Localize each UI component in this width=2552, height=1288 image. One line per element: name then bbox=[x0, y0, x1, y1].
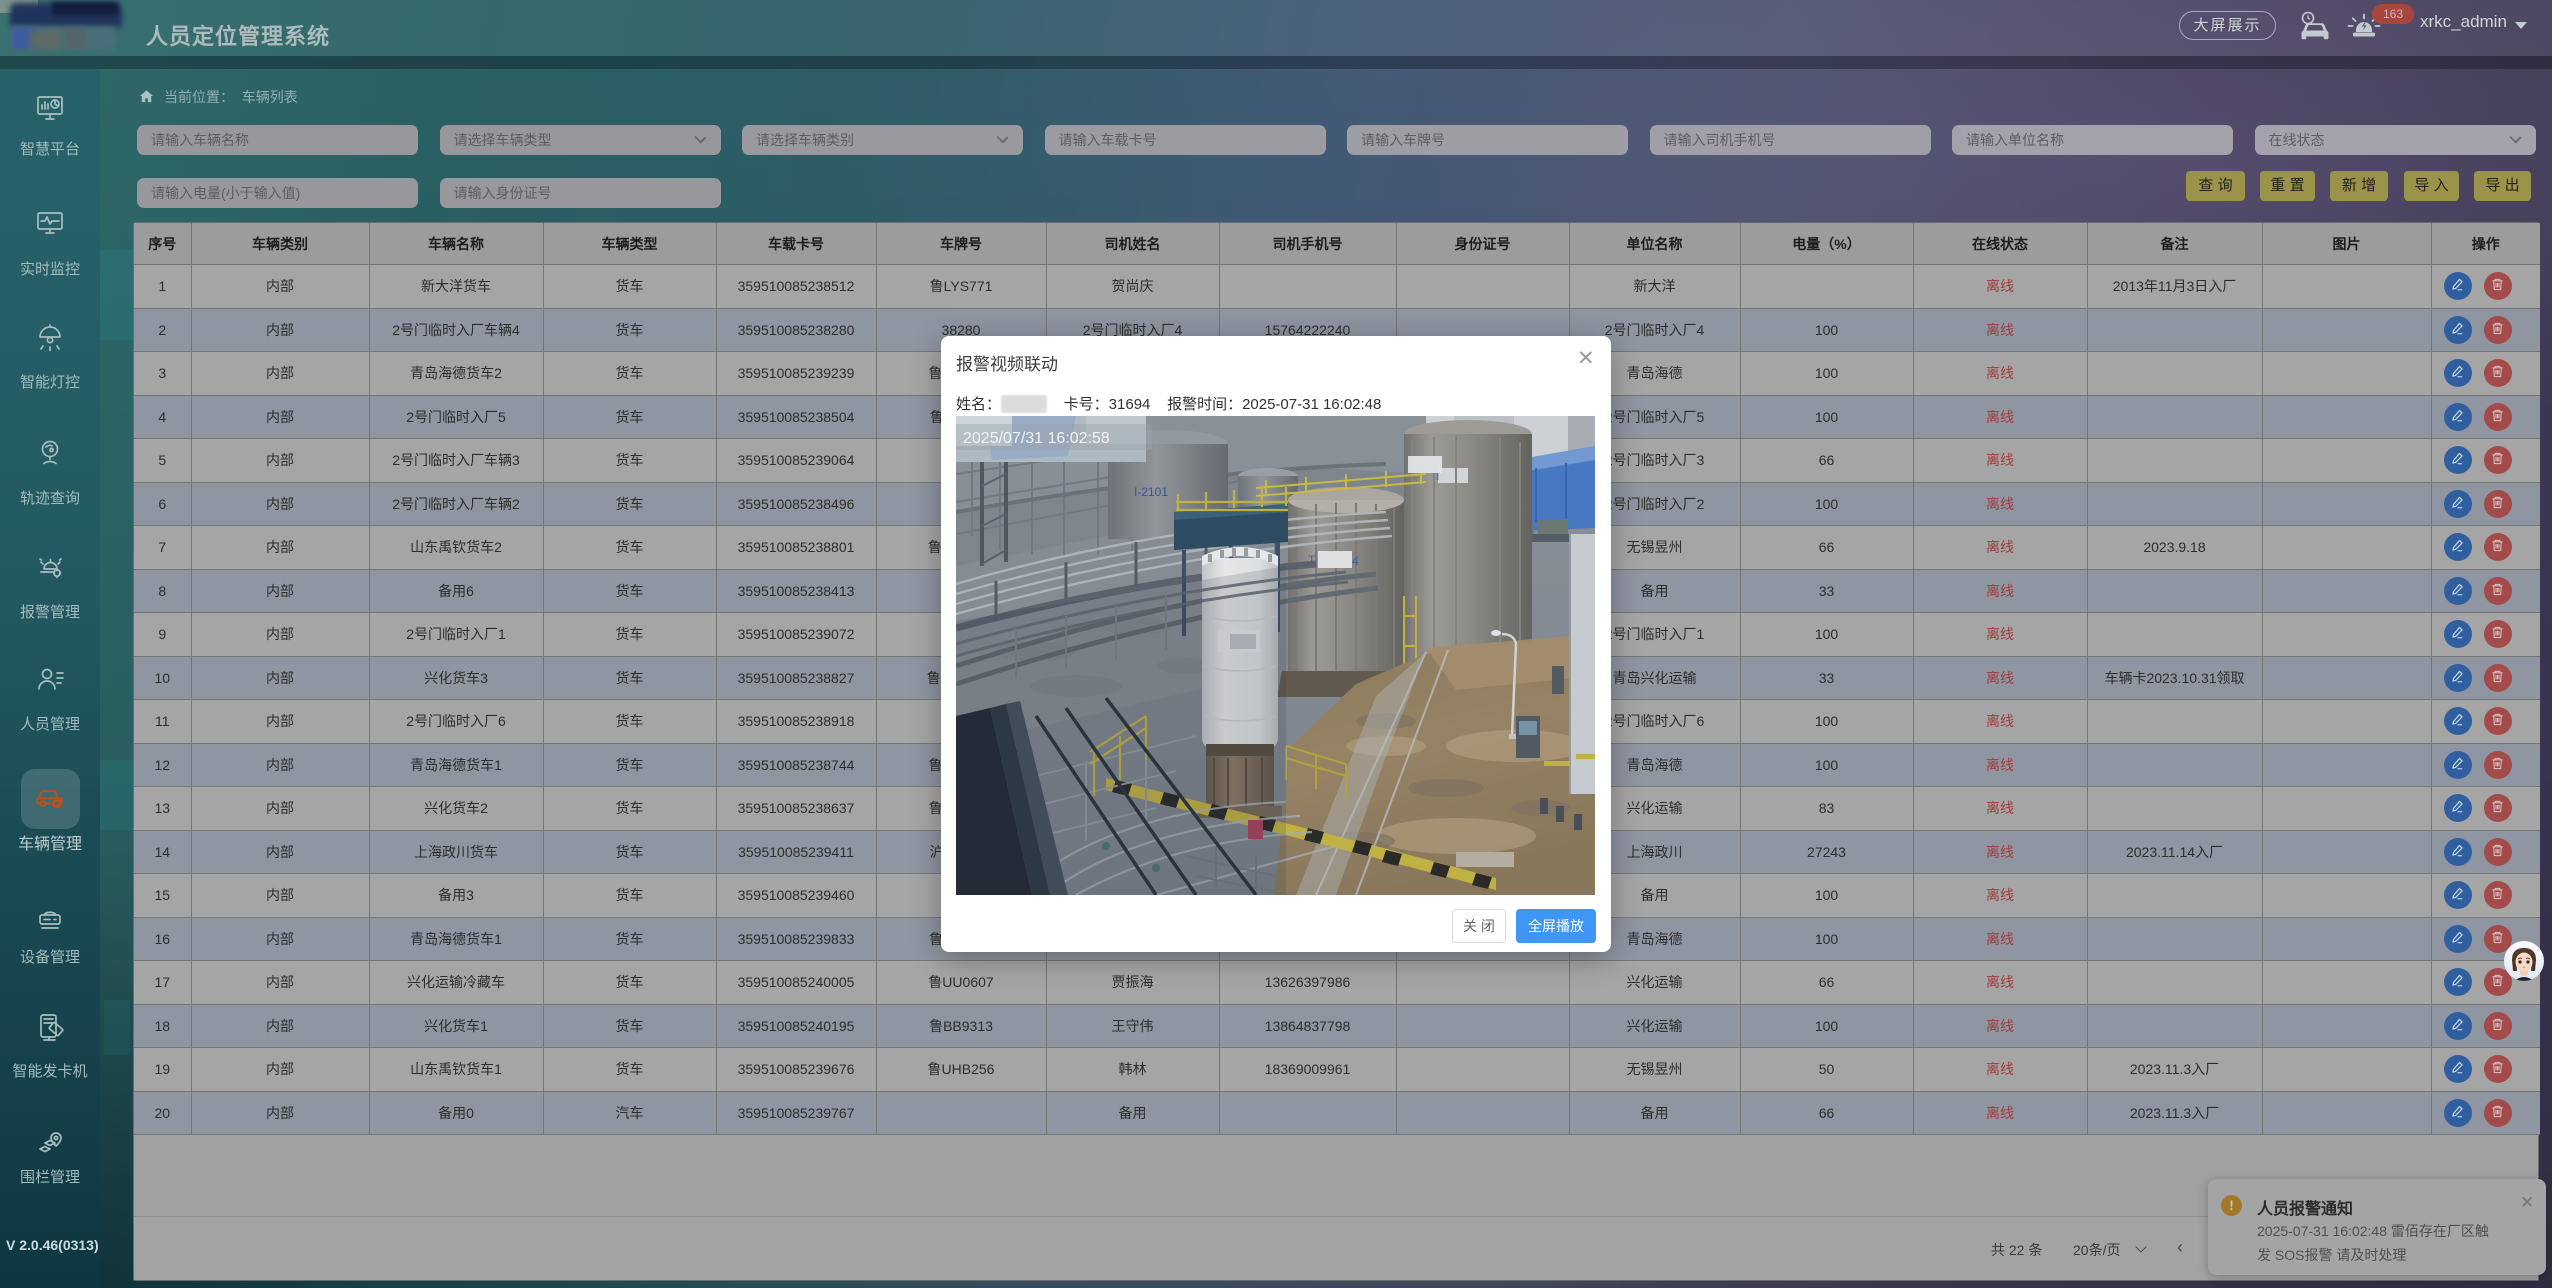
svg-text:2025/07/31 16:02:58: 2025/07/31 16:02:58 bbox=[963, 430, 1110, 447]
